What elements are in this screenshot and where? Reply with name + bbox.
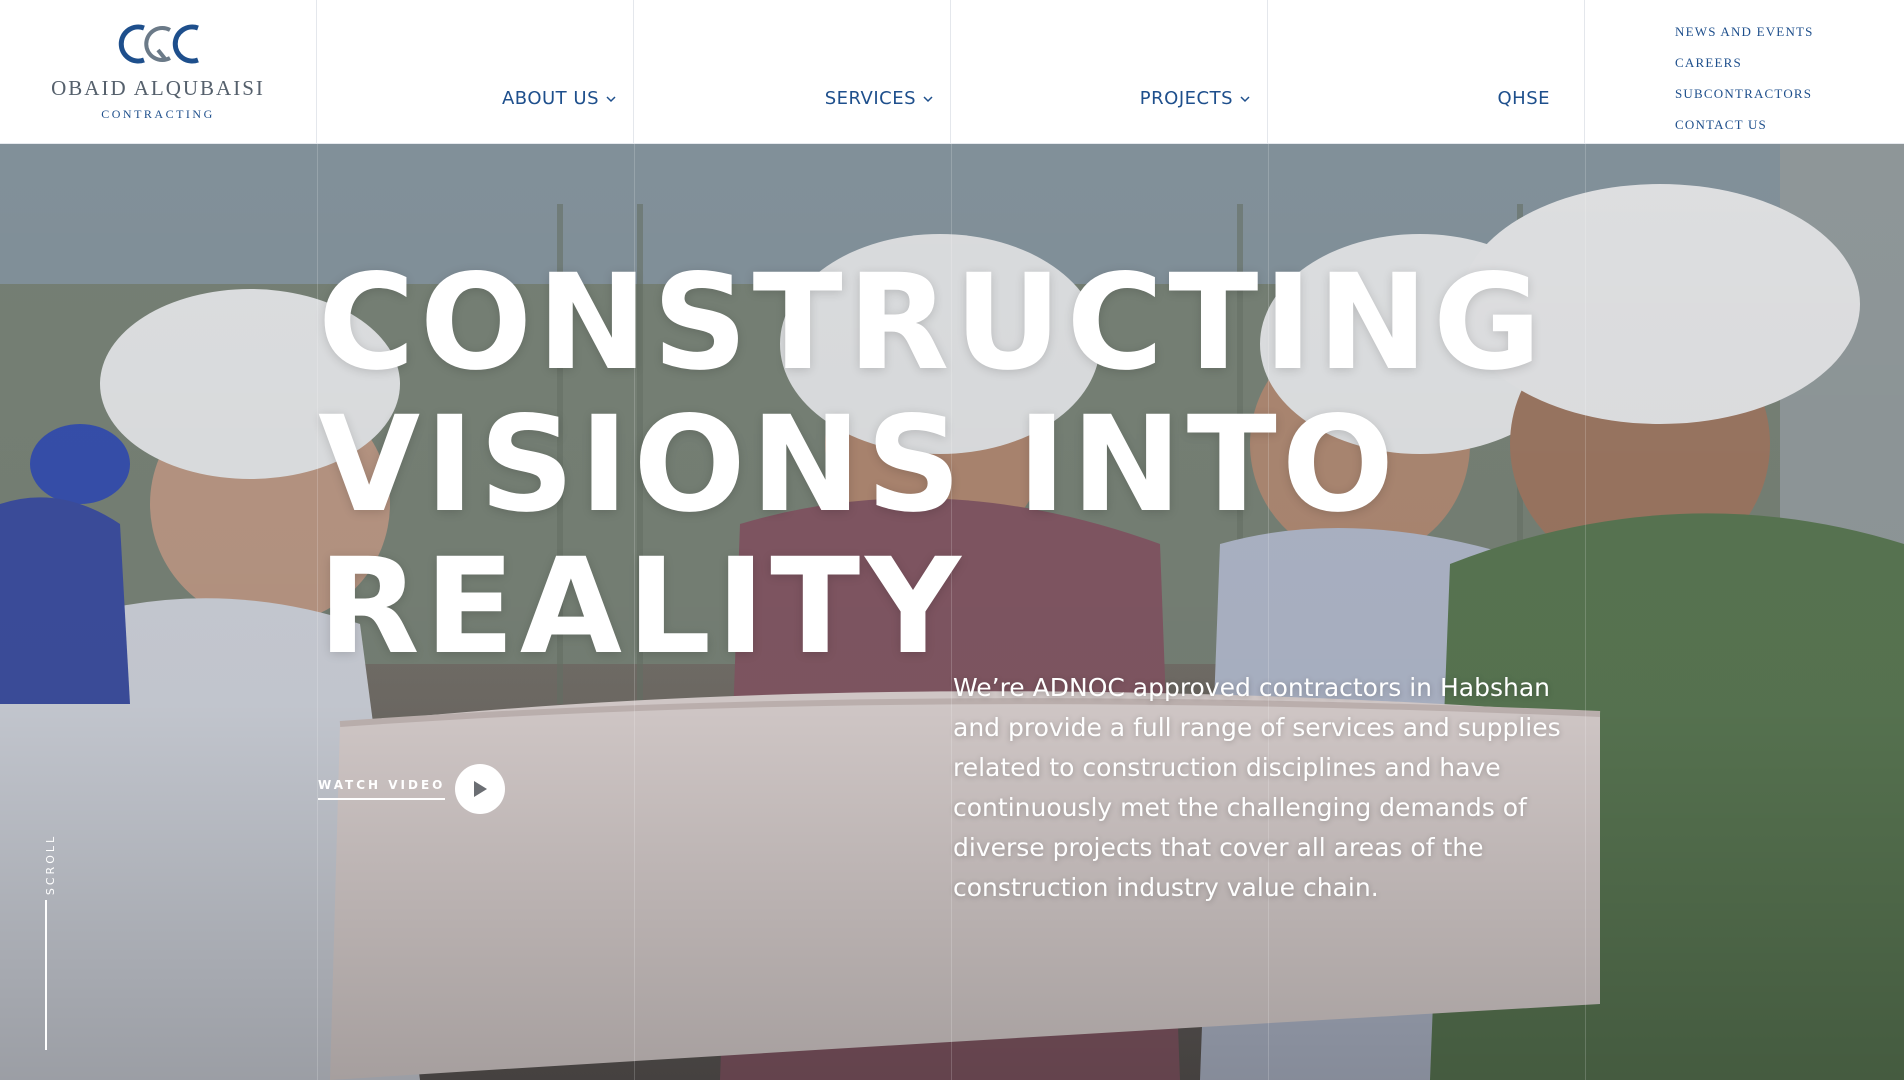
headline-line: CONSTRUCTING <box>318 246 1547 400</box>
scroll-indicator[interactable]: SCROLL <box>38 833 58 1074</box>
nav-label: QHSE <box>1497 88 1550 109</box>
watch-video-button[interactable]: WATCH VIDEO <box>318 764 506 814</box>
scroll-line <box>45 900 47 1050</box>
play-button[interactable] <box>455 764 506 814</box>
hero-headline: CONSTRUCTING VISIONS INTO REALITY <box>318 252 1546 678</box>
logo-mark-icon <box>118 24 199 64</box>
secondary-nav: NEWS AND EVENTS CAREERS SUBCONTRACTORS C… <box>1585 0 1904 144</box>
nav-link-news-and-events[interactable]: NEWS AND EVENTS <box>1675 16 1904 47</box>
nav-item-projects: PROJECTS <box>951 0 1268 144</box>
nav-link-projects[interactable]: PROJECTS <box>1140 88 1251 109</box>
scroll-label: SCROLL <box>44 833 58 896</box>
hero-intro-text: We’re ADNOC approved contractors in Habs… <box>953 673 1561 902</box>
nav-item-about: ABOUT US <box>317 0 634 144</box>
nav-link-contact-us[interactable]: CONTACT US <box>1675 109 1904 140</box>
chevron-down-icon <box>1240 95 1250 102</box>
nav-item-services: SERVICES <box>634 0 951 144</box>
nav-link-careers[interactable]: CAREERS <box>1675 47 1904 78</box>
brand-tagline: CONTRACTING <box>101 107 215 121</box>
nav-label: PROJECTS <box>1139 88 1233 109</box>
play-icon <box>474 781 488 797</box>
logo[interactable]: OBAID ALQUBAISI CONTRACTING <box>0 0 317 144</box>
nav-item-qhse: QHSE <box>1268 0 1585 144</box>
nav-label: SERVICES <box>824 88 916 109</box>
site-header: OBAID ALQUBAISI CONTRACTING ABOUT US SER… <box>0 0 1904 144</box>
nav-link-qhse[interactable]: QHSE <box>1497 88 1550 109</box>
nav-link-about-us[interactable]: ABOUT US <box>502 88 617 109</box>
headline-line: REALITY <box>318 530 966 684</box>
nav-link-services[interactable]: SERVICES <box>825 88 934 109</box>
hero-section: CONSTRUCTING VISIONS INTO REALITY We’re … <box>0 144 1904 1080</box>
grid-line <box>1585 144 1586 1080</box>
chevron-down-icon <box>606 95 616 102</box>
headline-line: VISIONS INTO <box>318 388 1400 542</box>
watch-video-label[interactable]: WATCH VIDEO <box>318 778 446 800</box>
nav-link-subcontractors[interactable]: SUBCONTRACTORS <box>1675 78 1904 109</box>
nav-label: ABOUT US <box>501 88 599 109</box>
brand-name: OBAID ALQUBAISI <box>51 76 265 100</box>
chevron-down-icon <box>923 95 933 102</box>
